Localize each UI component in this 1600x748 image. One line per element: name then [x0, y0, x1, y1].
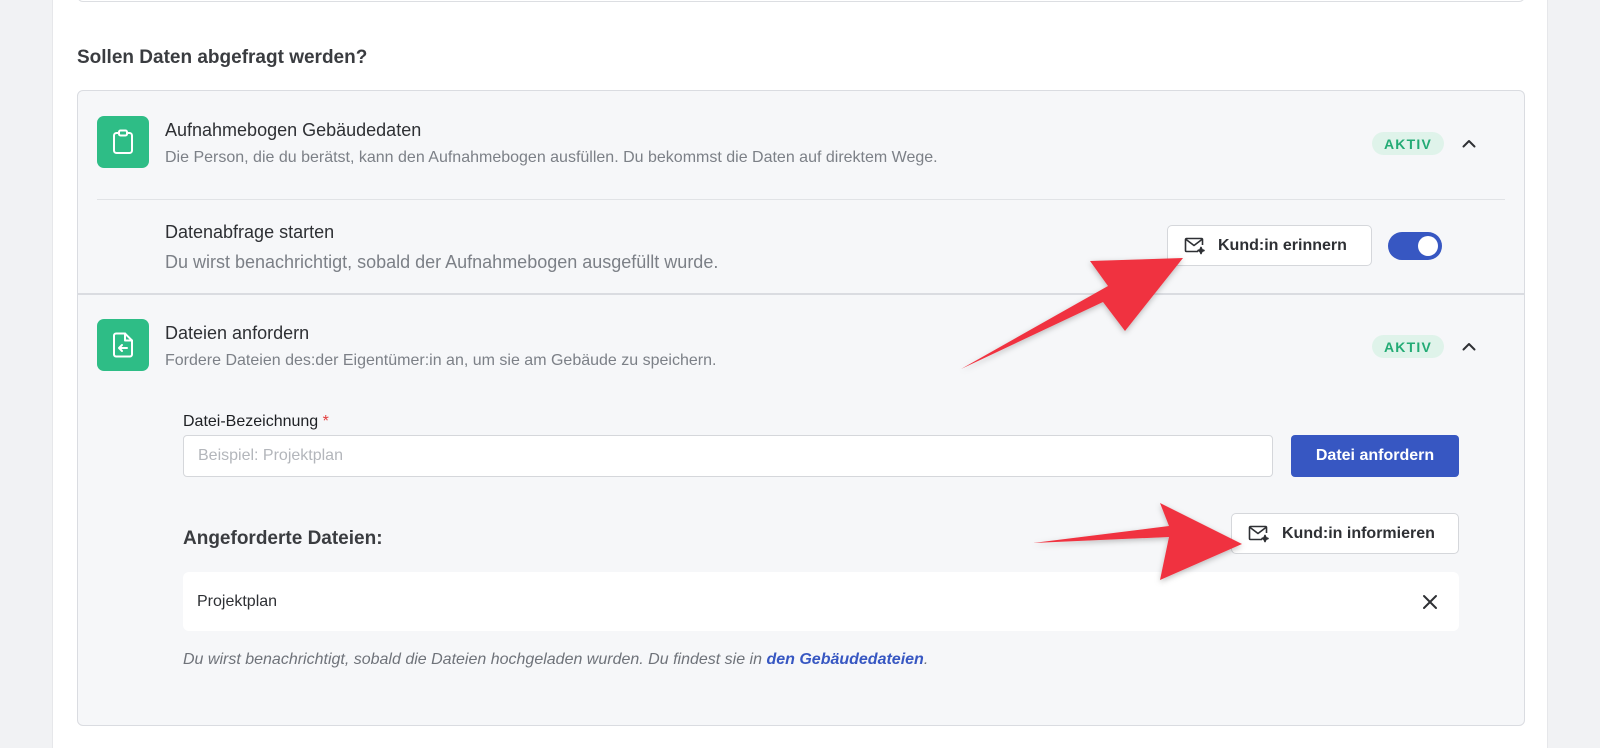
upload-hint-suffix: .: [923, 651, 929, 668]
close-icon[interactable]: [1419, 591, 1441, 613]
mail-sparkle-icon: [1248, 524, 1272, 544]
item-title: Dateien anfordern: [165, 323, 310, 343]
inform-customer-label: Kund:in informieren: [1282, 524, 1435, 542]
remind-customer-button[interactable]: Kund:in erinnern: [1167, 225, 1372, 266]
upload-hint: Du wirst benachrichtigt, sobald die Date…: [183, 651, 928, 669]
data-request-toggle[interactable]: [1388, 232, 1442, 260]
clipboard-icon: [97, 116, 149, 168]
list-item: Projektplan: [183, 572, 1459, 631]
sub-title: Datenabfrage starten: [165, 222, 335, 242]
chevron-up-icon[interactable]: [1458, 132, 1480, 154]
file-name-label: Datei-Bezeichnung *: [183, 413, 329, 431]
data-request-panel: Aufnahmebogen Gebäudedaten Die Person, d…: [77, 90, 1525, 726]
toggle-knob: [1418, 236, 1438, 256]
chevron-up-icon[interactable]: [1458, 335, 1480, 357]
building-files-link[interactable]: den Gebäudedateien: [766, 651, 923, 668]
item-title: Aufnahmebogen Gebäudedaten: [165, 120, 422, 140]
file-import-icon: [97, 319, 149, 371]
divider: [97, 199, 1505, 200]
previous-card: [77, 0, 1525, 2]
file-name-input[interactable]: [183, 435, 1273, 477]
sub-description: Du wirst benachrichtigt, sobald der Aufn…: [165, 252, 719, 272]
required-mark: *: [322, 413, 329, 430]
remind-customer-label: Kund:in erinnern: [1218, 236, 1347, 254]
item-description: Fordere Dateien des:der Eigentümer:in an…: [165, 352, 717, 369]
status-badge: AKTIV: [1372, 335, 1444, 358]
item-description: Die Person, die du berätst, kann den Auf…: [165, 149, 938, 166]
item-dateien-anfordern: Dateien anfordern Fordere Dateien des:de…: [78, 295, 1524, 725]
upload-hint-text: Du wirst benachrichtigt, sobald die Date…: [183, 651, 767, 668]
file-name-label-text: Datei-Bezeichnung: [183, 413, 319, 430]
item-aufnahmebogen: Aufnahmebogen Gebäudedaten Die Person, d…: [78, 91, 1524, 294]
inform-customer-button[interactable]: Kund:in informieren: [1231, 513, 1459, 554]
requested-files-heading: Angeforderte Dateien:: [183, 528, 383, 549]
request-file-button[interactable]: Datei anfordern: [1291, 435, 1459, 477]
page-content: Sollen Daten abgefragt werden? Aufnahmeb…: [52, 0, 1548, 748]
file-name: Projektplan: [197, 592, 278, 610]
mail-sparkle-icon: [1184, 236, 1208, 256]
section-title: Sollen Daten abgefragt werden?: [77, 47, 368, 68]
status-badge: AKTIV: [1372, 132, 1444, 155]
